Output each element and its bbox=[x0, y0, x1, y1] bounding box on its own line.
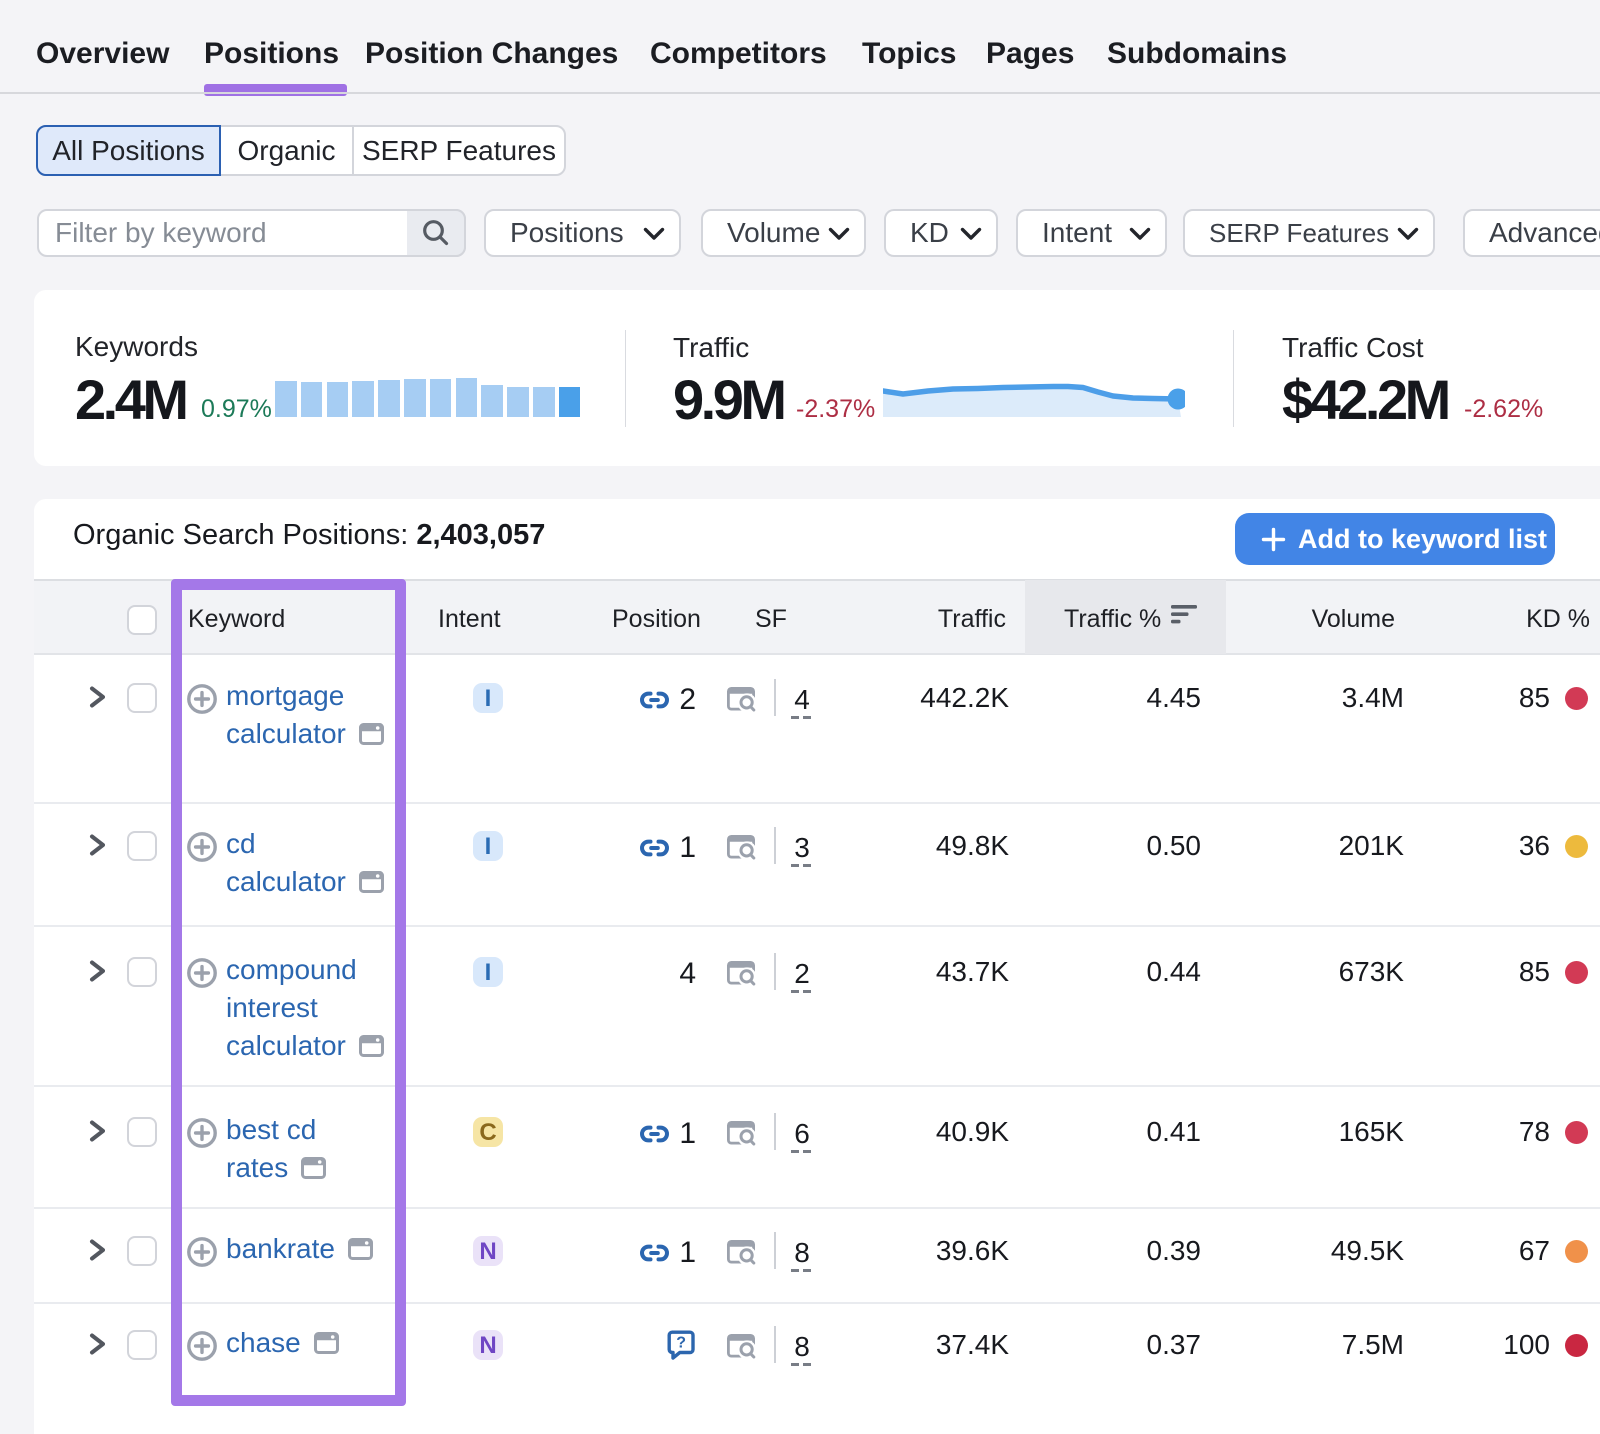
svg-text:?: ? bbox=[676, 1335, 686, 1352]
